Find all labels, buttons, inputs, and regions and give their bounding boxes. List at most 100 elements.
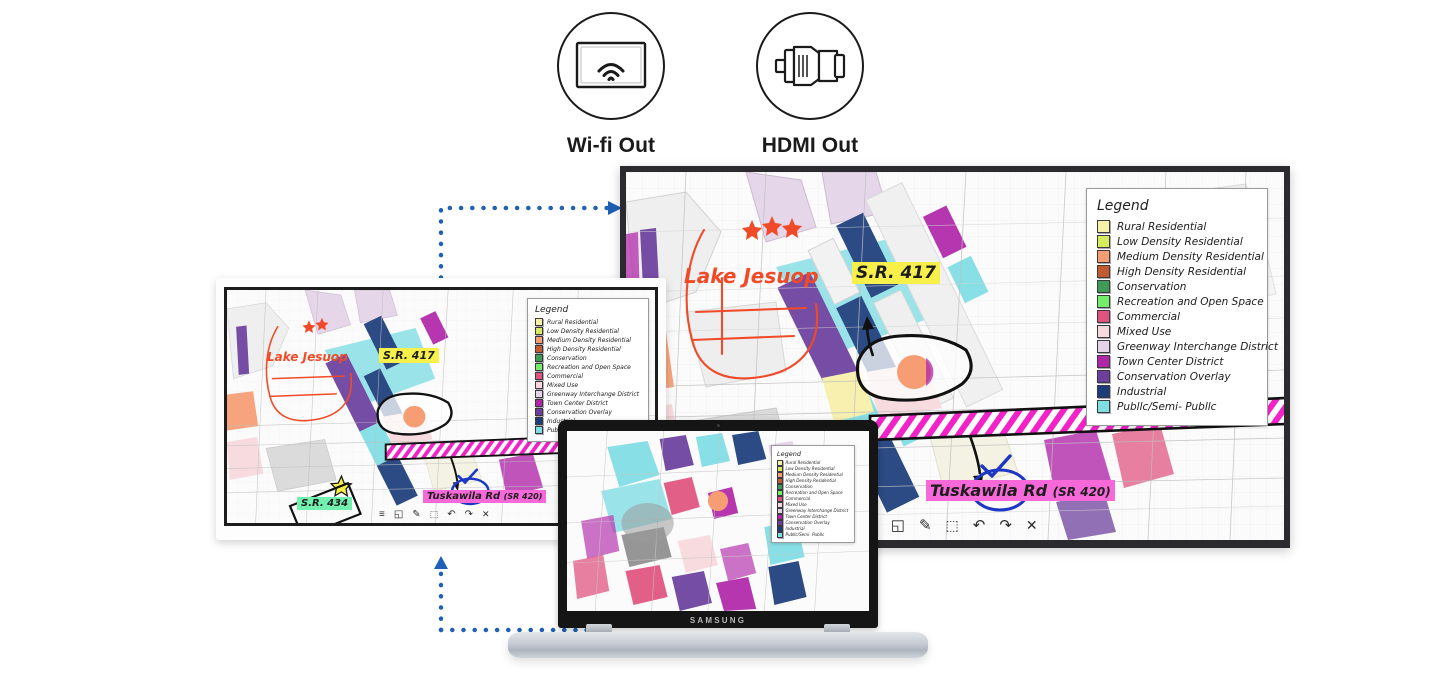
legend-item-laptop: Medium Density Residential [777,472,851,478]
legend-label: Low Density Residential [785,466,835,472]
legend-swatch [535,363,543,371]
annotation-lake: Lake Jesuop [684,264,819,288]
map-legend-laptop: Legend Rural Residential Low Density Resi… [771,445,855,543]
redo-icon[interactable]: ↷ [465,509,473,520]
legend-title: Legend [1097,198,1149,214]
legend-label: Rural Residential [1117,220,1207,233]
legend-item-laptop: Commercial [777,496,851,502]
legend-label: Conservation Overlay [785,520,830,526]
undo-icon[interactable]: ↶ [447,509,455,520]
legend-item-laptop: Greenway Interchange District [777,508,851,514]
legend-item-laptop: Industrial [777,526,851,532]
legend-swatch [1097,220,1110,233]
legend-label: Mixed Use [785,502,807,508]
legend-swatch [777,466,783,472]
annotation-toolbar-small[interactable]: ≡ ◱ ✎ ⬚ ↶ ↷ ✕ [379,509,490,520]
legend-item: Medium Density Residential [1097,250,1264,263]
legend-item: High Density Residential [1097,265,1258,278]
hdmi-connector-icon [774,45,846,87]
hdmi-out-circle [756,12,864,120]
close-icon[interactable]: ✕ [1026,517,1038,534]
legend-item-small: Conservation Overlay [535,408,643,416]
select-icon[interactable]: ⬚ [946,517,959,534]
legend-label: Mixed Use [1117,325,1172,338]
legend-swatch [535,381,543,389]
legend-item-laptop: Recreation and Open Space [777,490,851,496]
legend-item-small: Recreation and Open Space [535,363,643,371]
legend-swatch [535,399,543,407]
legend-label: Rural Residential [547,318,599,326]
legend-label: Low Density Residential [547,327,619,335]
legend-label: Recreation and Open Space [1117,295,1264,308]
menu-icon[interactable]: ≡ [379,509,385,520]
legend-item: Greenway Interchange District [1097,340,1278,353]
annotation-tuskawila-main: Tuskawila Rd [930,481,1048,500]
close-icon[interactable]: ✕ [482,509,490,520]
legend-swatch [777,520,783,526]
annotation-lake-small: Lake Jesuop [267,350,348,364]
annotation-tuskawila: Tuskawila Rd (SR 420) [926,480,1115,501]
note-icon[interactable]: ◱ [394,509,403,520]
legend-swatch [777,490,783,496]
legend-item: Recreation and Open Space [1097,295,1264,308]
legend-swatch [535,390,543,398]
pen-icon[interactable]: ✎ [412,509,420,520]
legend-item: Industrial [1097,385,1258,398]
annotation-sr417: S.R. 417 [852,262,940,284]
legend-item-small: Greenway Interchange District [535,390,643,398]
legend-swatch [535,327,543,335]
legend-swatch [1097,400,1110,413]
annotation-sr417-small: S.R. 417 [379,348,439,363]
legend-rows: Rural Residential Low Density Residential… [1097,220,1278,413]
legend-swatch [535,318,543,326]
legend-item-laptop: Low Density Residential [777,466,851,472]
legend-swatch [535,336,543,344]
legend-swatch [777,478,783,484]
legend-item-laptop: Conservation Overlay [777,520,851,526]
select-icon[interactable]: ⬚ [430,509,439,520]
legend-swatch [1097,280,1110,293]
legend-swatch [1097,310,1110,323]
legend-item-small: Commercial [535,372,643,380]
legend-swatch [1097,340,1110,353]
legend-item: Commercial [1097,310,1258,323]
legend-item-small: Low Density Residential [535,327,643,335]
legend-swatch [535,372,543,380]
product-diagram: Wi-fi Out HDMI Out Lake Jesuop S.R. 417 … [0,0,1440,680]
legend-label: High Density Residential [547,345,621,353]
legend-label: Industrial [1117,385,1167,398]
legend-item: Low Density Residential [1097,235,1258,248]
laptop-screen[interactable]: Legend Rural Residential Low Density Resi… [567,431,869,611]
legend-swatch [535,354,543,362]
legend-swatch [777,496,783,502]
legend-item: Conservation Overlay [1097,370,1258,383]
legend-label: Recreation and Open Space [785,490,843,496]
legend-swatch [777,514,783,520]
legend-item: Town Center District [1097,355,1258,368]
legend-swatch [1097,235,1110,248]
legend-item: Publlc/Semi- Publlc [1097,400,1258,413]
legend-label: Industrial [785,526,805,532]
redo-icon[interactable]: ↷ [999,516,1012,534]
legend-item: Rural Residential [1097,220,1258,233]
legend-label: Publlc/Semi- Publlc [785,532,825,538]
legend-label: Greenway Interchange District [547,390,639,398]
undo-icon[interactable]: ↶ [973,516,986,534]
legend-swatch [1097,355,1110,368]
legend-item-small: Town Center District [535,399,643,407]
legend-label: Medium Density Residential [1117,250,1264,263]
annotation-sr434-small: S.R. 434 [297,497,353,510]
map-legend-large: Legend Rural Residential Low Density Resi… [1086,188,1278,426]
legend-swatch [777,526,783,532]
laptop-lid: Legend Rural Residential Low Density Resi… [558,420,878,628]
wifi-out-circle [557,12,665,120]
annotation-tuskawila-sub: (SR 420) [1052,485,1111,499]
legend-swatch [777,460,783,466]
legend-swatch [777,472,783,478]
samsung-chromebook[interactable]: Legend Rural Residential Low Density Resi… [508,420,928,670]
legend-swatch [1097,265,1110,278]
legend-item-small: Rural Residential [535,318,643,326]
legend-label: High Density Residential [1117,265,1247,278]
legend-label: Conservation Overlay [547,408,612,416]
annotation-tuskawila-small-main: Tuskawila Rd [427,491,501,502]
